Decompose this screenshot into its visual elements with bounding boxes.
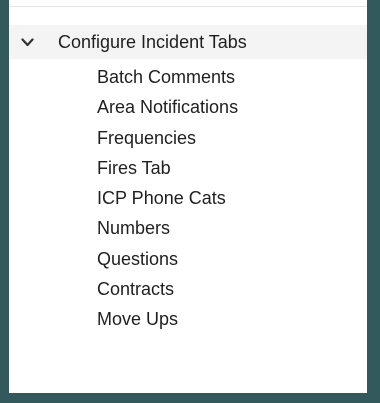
chevron-down-icon[interactable] — [21, 36, 34, 49]
tree-node-label: Configure Incident Tabs — [58, 32, 247, 52]
tree-node-configure-incident-tabs[interactable]: Configure Incident Tabs — [9, 25, 367, 59]
tree-item-batch-comments[interactable]: Batch Comments — [97, 62, 238, 92]
tree-item-fires-tab[interactable]: Fires Tab — [97, 153, 238, 183]
partially-visible-row — [9, 0, 367, 7]
tree-item-icp-phone-cats[interactable]: ICP Phone Cats — [97, 183, 238, 213]
tree-item-contracts[interactable]: Contracts — [97, 274, 238, 304]
tree-item-frequencies[interactable]: Frequencies — [97, 123, 238, 153]
tree-item-move-ups[interactable]: Move Ups — [97, 304, 238, 334]
tree-item-area-notifications[interactable]: Area Notifications — [97, 92, 238, 122]
tree-item-numbers[interactable]: Numbers — [97, 213, 238, 243]
tree-children-list: Batch Comments Area Notifications Freque… — [97, 62, 238, 335]
tree-panel: Configure Incident Tabs Batch Comments A… — [9, 0, 367, 393]
tree-item-questions[interactable]: Questions — [97, 244, 238, 274]
